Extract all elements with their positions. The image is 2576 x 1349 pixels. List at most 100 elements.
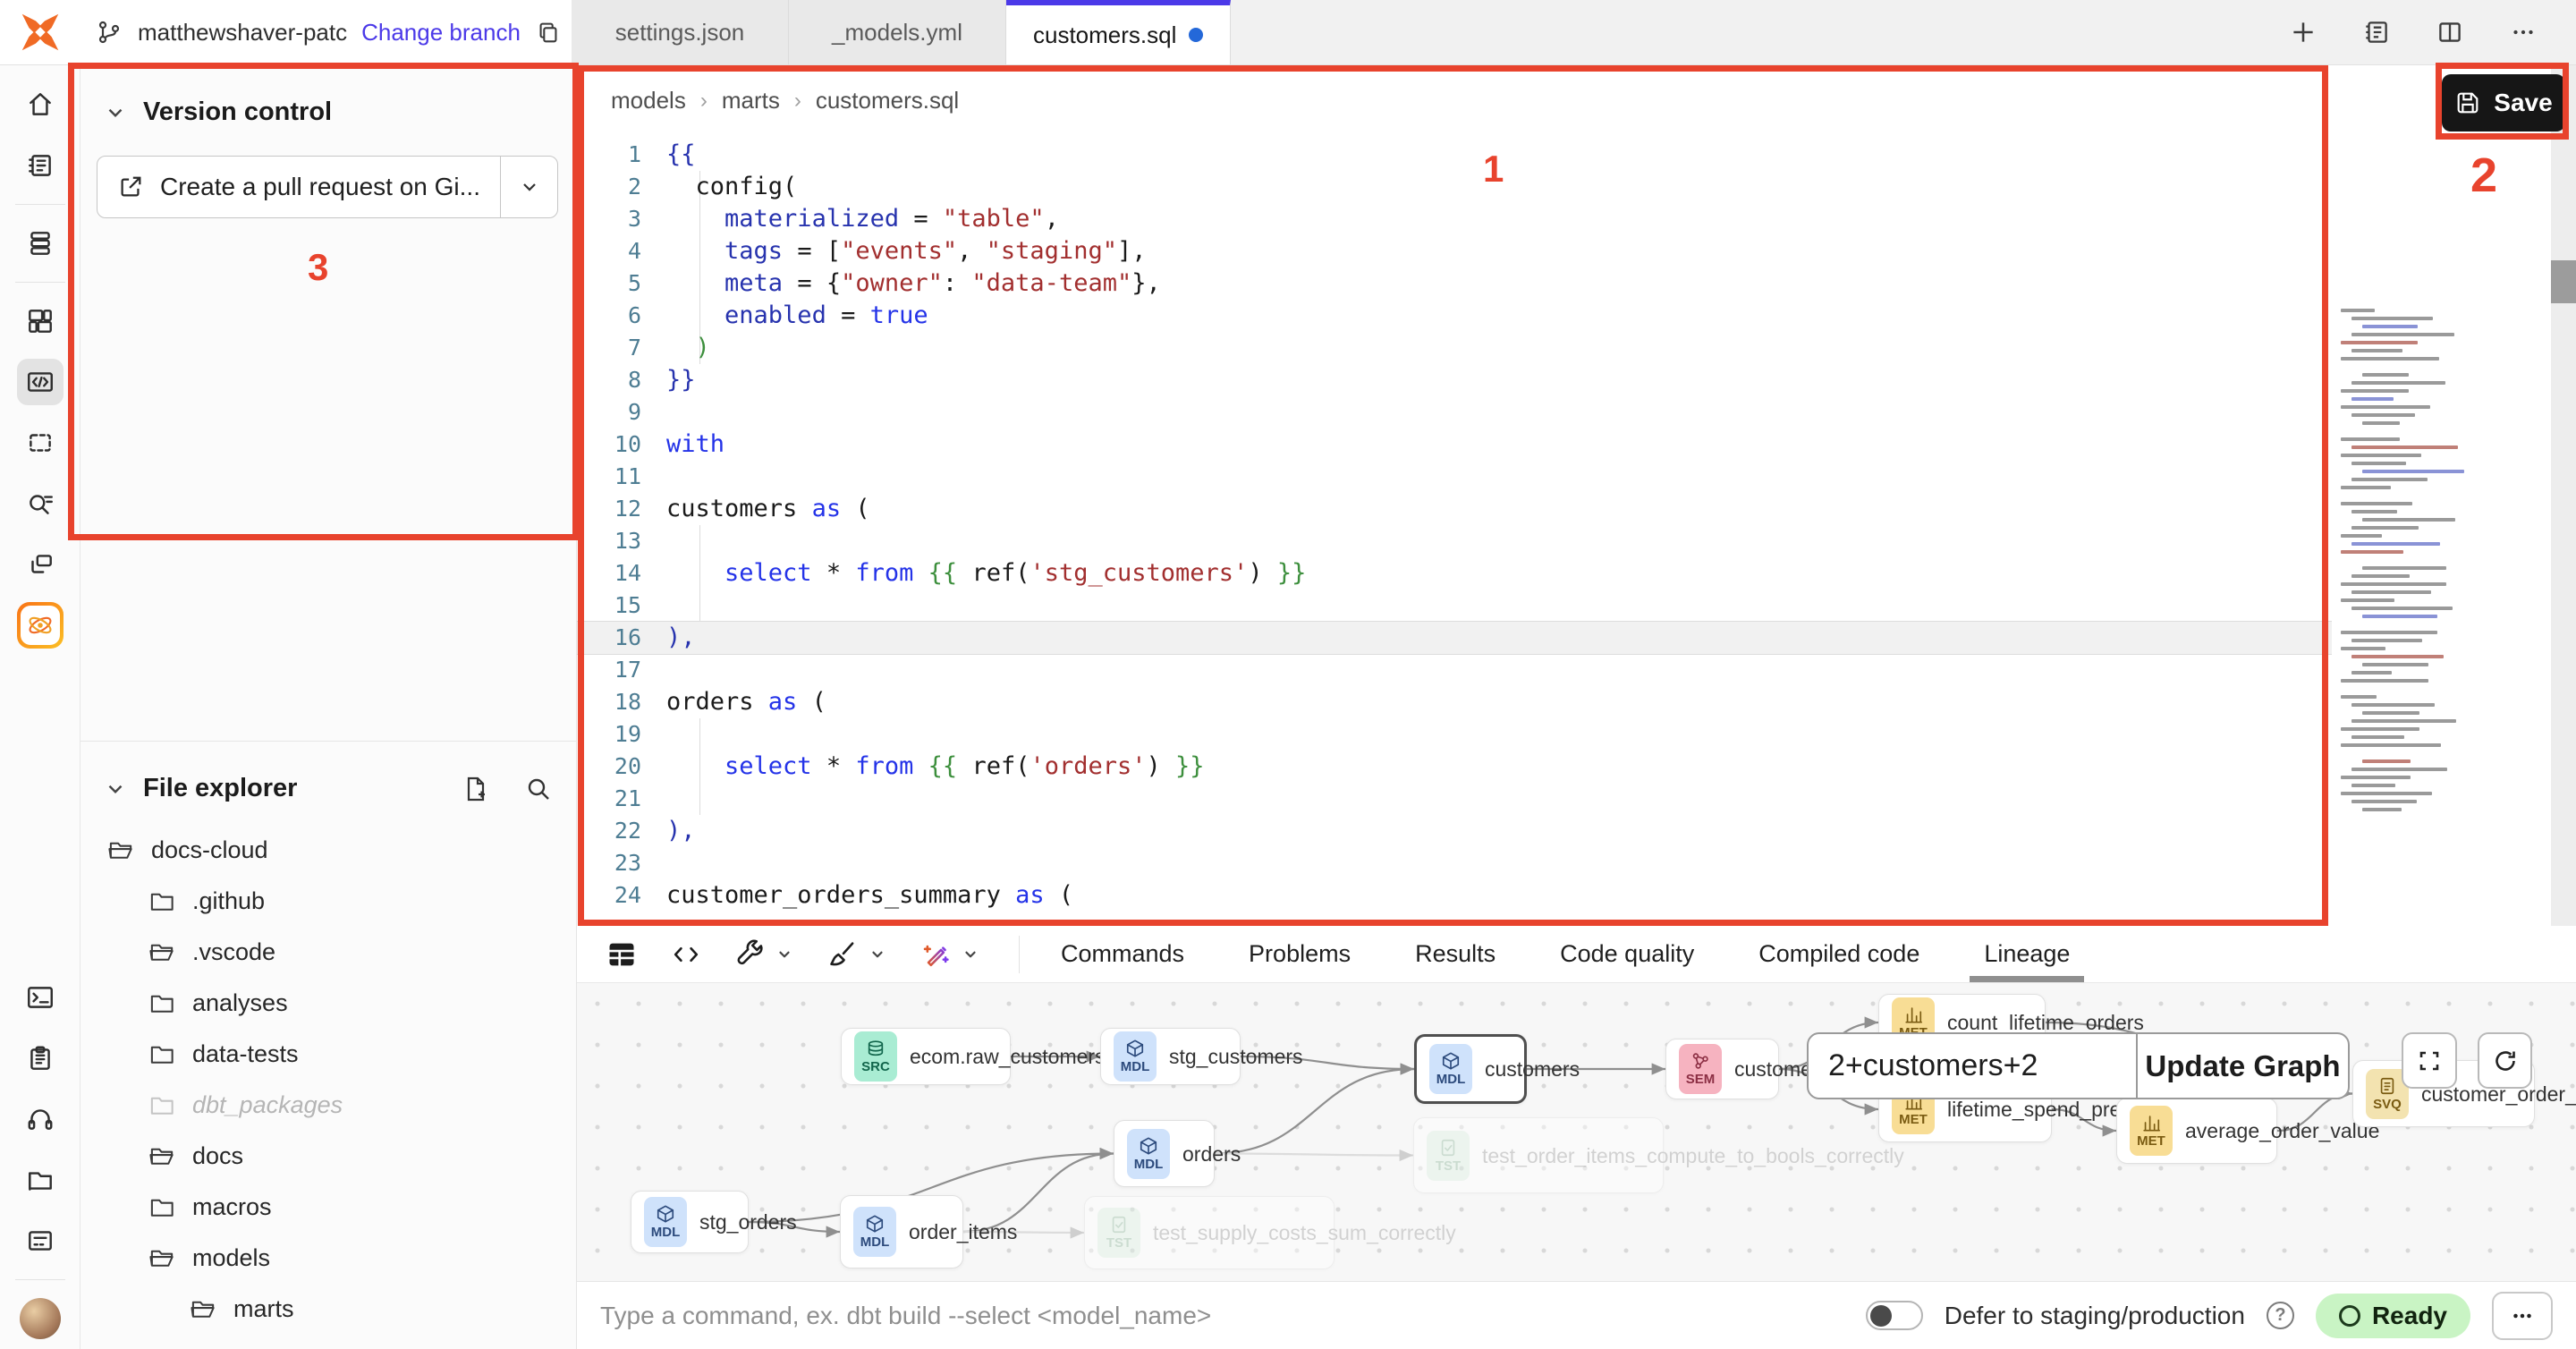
bottom-tab-lineage[interactable]: Lineage	[1952, 926, 2102, 982]
build-wrench-icon[interactable]	[734, 938, 795, 971]
new-file-icon[interactable]	[462, 775, 490, 803]
code-line-21[interactable]: 21	[577, 783, 2522, 815]
dashed-frame-icon[interactable]	[0, 412, 80, 473]
more-actions-button[interactable]	[2492, 1292, 2553, 1340]
tree-item-docs[interactable]: docs	[80, 1131, 576, 1182]
code-lines[interactable]: 1{{2 config(3 materialized = "table",4 t…	[577, 139, 2522, 912]
scrollbar-thumb[interactable]	[2551, 260, 2576, 303]
version-control-header[interactable]: Version control	[80, 65, 576, 127]
lineage-node-customers[interactable]: MDLcustomers	[1414, 1034, 1527, 1104]
code-line-14[interactable]: 14 select * from {{ ref('stg_customers')…	[577, 557, 2522, 590]
code-line-7[interactable]: 7 )	[577, 332, 2522, 364]
breadcrumb-item[interactable]: marts	[722, 87, 780, 115]
breadcrumb-item[interactable]: models	[611, 87, 686, 115]
pr-dropdown-caret[interactable]	[500, 157, 557, 217]
search-doc-icon[interactable]	[0, 473, 80, 534]
command-input[interactable]	[600, 1302, 1844, 1330]
bottom-tab-commands[interactable]: Commands	[1029, 926, 1216, 982]
more-options-icon[interactable]	[2508, 17, 2538, 47]
scrollbar-track[interactable]	[2551, 65, 2576, 926]
lineage-node-stg_orders[interactable]: MDLstg_orders	[631, 1191, 749, 1253]
preview-table-icon[interactable]	[606, 938, 638, 971]
defer-toggle[interactable]	[1866, 1301, 1923, 1330]
terminal-icon[interactable]	[0, 967, 80, 1028]
code-line-16[interactable]: 16),	[577, 622, 2522, 654]
code-line-9[interactable]: 9	[577, 396, 2522, 428]
tab-_models.yml[interactable]: _models.yml	[789, 0, 1006, 64]
lineage-node-order_items[interactable]: MDLorder_items	[840, 1195, 963, 1268]
tree-item-.vscode[interactable]: .vscode	[80, 927, 576, 978]
lineage-node-orders[interactable]: MDLorders	[1114, 1120, 1215, 1187]
bottom-tab-compiled-code[interactable]: Compiled code	[1726, 926, 1952, 982]
tree-item-.github[interactable]: .github	[80, 876, 576, 927]
format-broom-icon[interactable]	[827, 938, 888, 971]
save-button[interactable]: Save	[2442, 74, 2565, 132]
update-graph-button[interactable]: Update Graph	[2136, 1034, 2348, 1098]
tree-item-dbt_packages[interactable]: dbt_packages	[80, 1080, 576, 1131]
code-line-6[interactable]: 6 enabled = true	[577, 300, 2522, 332]
code-line-5[interactable]: 5 meta = {"owner": "data-team"},	[577, 267, 2522, 300]
code-line-19[interactable]: 19	[577, 718, 2522, 751]
bottom-tab-problems[interactable]: Problems	[1216, 926, 1383, 982]
bottom-tab-code-quality[interactable]: Code quality	[1528, 926, 1726, 982]
code-line-13[interactable]: 13	[577, 525, 2522, 557]
notebook-icon[interactable]	[0, 135, 80, 196]
code-line-18[interactable]: 18orders as (	[577, 686, 2522, 718]
code-line-17[interactable]: 17	[577, 654, 2522, 686]
breadcrumb-item[interactable]: customers.sql	[816, 87, 959, 115]
code-line-15[interactable]: 15	[577, 590, 2522, 622]
status-badge[interactable]: Ready	[2316, 1294, 2470, 1338]
tree-item-macros[interactable]: macros	[80, 1182, 576, 1233]
tree-item-marts[interactable]: marts	[80, 1284, 576, 1335]
file-explorer-header[interactable]: File explorer	[80, 742, 576, 803]
lineage-node-customers_sem[interactable]: SEMcustomers	[1665, 1039, 1779, 1099]
windows-icon[interactable]	[0, 534, 80, 595]
dashboard-grid-icon[interactable]	[0, 291, 80, 352]
home-icon[interactable]	[0, 74, 80, 135]
help-icon[interactable]: ?	[2267, 1302, 2294, 1329]
chevron-down-icon[interactable]	[774, 944, 795, 965]
create-pull-request-button[interactable]: Create a pull request on Gi...	[97, 156, 558, 218]
panel-list-icon[interactable]	[2361, 17, 2392, 47]
chevron-down-icon[interactable]	[960, 944, 981, 965]
fullscreen-button[interactable]	[2402, 1032, 2457, 1089]
fix-magic-icon[interactable]	[920, 938, 981, 971]
lineage-node-stg_customers[interactable]: MDLstg_customers	[1100, 1028, 1241, 1085]
code-editor[interactable]: models›marts›customers.sql 1{{2 config(3…	[577, 65, 2576, 926]
copilot-atom-icon[interactable]	[0, 595, 80, 656]
layers-icon[interactable]	[0, 213, 80, 274]
profile-avatar-icon[interactable]	[0, 1288, 80, 1349]
code-line-20[interactable]: 20 select * from {{ ref('orders') }}	[577, 751, 2522, 783]
lineage-canvas[interactable]: SRCecom.raw_customers MDLstg_customers MDL…	[577, 982, 2576, 1281]
lineage-selector-input[interactable]	[1809, 1034, 2136, 1098]
lineage-node-raw_customers[interactable]: SRCecom.raw_customers	[841, 1028, 1011, 1085]
tree-item-docs-cloud[interactable]: docs-cloud	[80, 825, 576, 876]
compile-code-icon[interactable]	[670, 938, 702, 971]
code-line-12[interactable]: 12customers as (	[577, 493, 2522, 525]
code-line-2[interactable]: 2 config(	[577, 171, 2522, 203]
bottom-tab-results[interactable]: Results	[1383, 926, 1528, 982]
new-tab-plus-icon[interactable]	[2288, 17, 2318, 47]
tree-item-data-tests[interactable]: data-tests	[80, 1029, 576, 1080]
search-icon[interactable]	[524, 775, 553, 803]
tree-item-analyses[interactable]: analyses	[80, 978, 576, 1029]
headset-icon[interactable]	[0, 1089, 80, 1150]
dbt-logo[interactable]	[0, 0, 80, 64]
minimap[interactable]	[2341, 309, 2475, 824]
code-line-1[interactable]: 1{{	[577, 139, 2522, 171]
code-line-4[interactable]: 4 tags = ["events", "staging"],	[577, 235, 2522, 267]
library-icon[interactable]	[0, 1150, 80, 1210]
tab-settings.json[interactable]: settings.json	[572, 0, 789, 64]
clipboard-icon[interactable]	[0, 1028, 80, 1089]
tab-customers.sql[interactable]: customers.sql	[1006, 0, 1231, 64]
lineage-node-avg_order_value[interactable]: METaverage_order_value	[2116, 1098, 2277, 1164]
code-line-24[interactable]: 24customer_orders_summary as (	[577, 879, 2522, 912]
split-pane-icon[interactable]	[2435, 17, 2465, 47]
change-branch-link[interactable]: Change branch	[361, 19, 521, 47]
code-line-8[interactable]: 8}}	[577, 364, 2522, 396]
copy-icon[interactable]	[535, 19, 562, 46]
chevron-down-icon[interactable]	[867, 944, 888, 965]
code-line-10[interactable]: 10with	[577, 428, 2522, 461]
card-icon[interactable]	[0, 1210, 80, 1271]
tree-item-models[interactable]: models	[80, 1233, 576, 1284]
